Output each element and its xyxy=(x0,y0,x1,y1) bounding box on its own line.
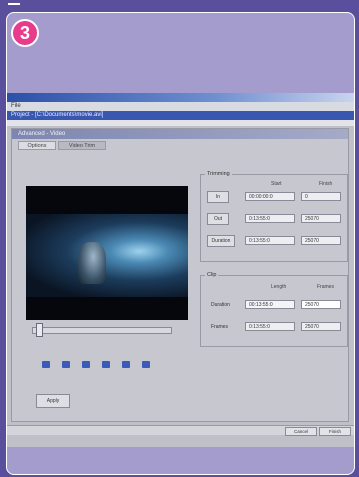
in-end-field[interactable]: 0 xyxy=(301,192,341,201)
top-dash xyxy=(8,3,20,5)
clip-duration-start[interactable]: 00:13:55:0 xyxy=(245,300,295,309)
col-end-label: Finish xyxy=(319,181,333,187)
clip-frames-start[interactable]: 0:13:55:0 xyxy=(245,322,295,331)
clip-duration-end[interactable]: 25070 xyxy=(301,300,341,309)
clip-frames-end[interactable]: 25070 xyxy=(301,322,341,331)
apply-button[interactable]: Apply xyxy=(36,394,70,408)
clip-group: Clip Length Frames Duration 00:13:55:0 2… xyxy=(200,272,348,347)
duration-start-field[interactable]: 0:13:55:0 xyxy=(245,236,295,245)
duration-end-field[interactable]: 25070 xyxy=(301,236,341,245)
video-preview xyxy=(26,186,188,320)
rewind-icon[interactable] xyxy=(42,361,50,368)
end-icon[interactable] xyxy=(142,361,150,368)
cancel-status-button[interactable]: Cancel xyxy=(285,427,317,436)
clip-label: Clip xyxy=(205,272,219,278)
video-figure xyxy=(78,242,106,284)
clip-duration-label: Duration xyxy=(211,302,230,308)
panel-title: Advanced - Video xyxy=(12,129,348,139)
tab-video-trim[interactable]: Video Trim xyxy=(58,141,106,150)
col2-start-label: Length xyxy=(271,284,287,290)
duration-button[interactable]: Duration xyxy=(207,235,235,247)
window-title-bar xyxy=(7,93,354,102)
out-end-field[interactable]: 25070 xyxy=(301,214,341,223)
video-frame xyxy=(26,214,188,297)
menu-bar: File xyxy=(7,102,354,111)
col-start-label: Start xyxy=(271,181,282,187)
seek-track[interactable] xyxy=(32,327,172,334)
menu-file[interactable]: File xyxy=(11,103,21,109)
tab-options[interactable]: Options xyxy=(18,141,56,150)
out-button[interactable]: Out xyxy=(207,213,229,225)
in-start-field[interactable]: 00:00:00:0 xyxy=(245,192,295,201)
fast-forward-icon[interactable] xyxy=(122,361,130,368)
prev-frame-icon[interactable] xyxy=(62,361,70,368)
app-screenshot: File Project - [C:\Documents\movie.avi] … xyxy=(7,93,354,447)
out-start-field[interactable]: 0:13:55:0 xyxy=(245,214,295,223)
trimming-label: Trimming xyxy=(205,171,232,177)
col2-end-label: Frames xyxy=(317,284,334,290)
settings-panel: Advanced - Video Options Video Trim Appl… xyxy=(11,128,349,422)
toolbar-strip xyxy=(7,120,354,126)
play-icon[interactable] xyxy=(82,361,90,368)
finish-status-button[interactable]: Finish xyxy=(319,427,351,436)
document-bar: Project - [C:\Documents\movie.avi] xyxy=(7,111,354,120)
seek-thumb[interactable] xyxy=(36,323,43,337)
step-number-badge: 3 xyxy=(11,19,39,47)
tutorial-card: 3 File Project - [C:\Documents\movie.avi… xyxy=(6,12,355,475)
in-button[interactable]: In xyxy=(207,191,229,203)
trimming-group: Trimming Start Finish In 00:00:00:0 0 Ou… xyxy=(200,171,348,262)
next-frame-icon[interactable] xyxy=(102,361,110,368)
clip-frames-label: Frames xyxy=(211,324,228,330)
